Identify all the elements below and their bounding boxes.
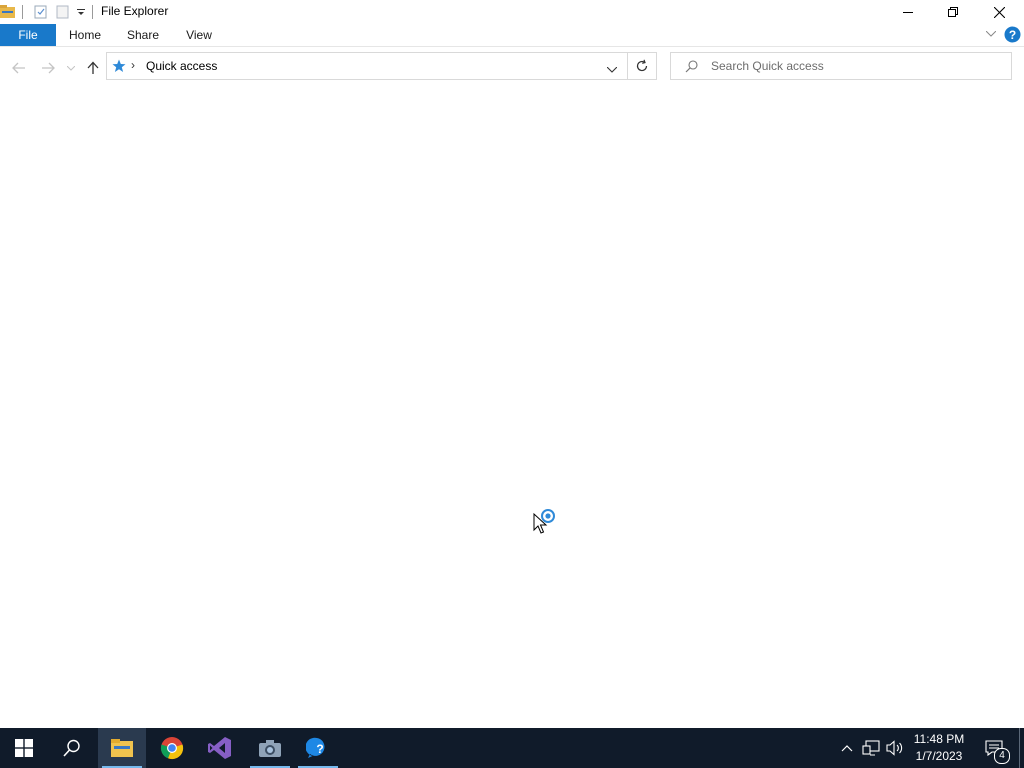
help-icon: ? <box>306 737 325 758</box>
file-explorer-icon <box>111 739 133 757</box>
taskbar-search-button[interactable] <box>48 728 96 768</box>
up-button[interactable] <box>83 58 103 78</box>
svg-text:?: ? <box>316 742 323 756</box>
minimize-icon <box>903 12 913 13</box>
up-arrow-icon <box>87 61 99 74</box>
breadcrumb-separator[interactable]: › <box>131 58 135 72</box>
close-button[interactable] <box>976 0 1022 24</box>
help-icon[interactable]: ? <box>1004 26 1021 43</box>
restore-button[interactable] <box>930 0 976 24</box>
minimize-button[interactable] <box>885 0 931 24</box>
forward-arrow-icon <box>42 62 55 74</box>
tab-view[interactable]: View <box>180 24 218 46</box>
address-bar[interactable]: › Quick access <box>106 52 657 80</box>
file-list-area[interactable] <box>0 87 1024 728</box>
title-bar: File Explorer <box>0 0 1024 24</box>
taskbar-get-help[interactable]: ? <box>294 728 342 768</box>
tab-home[interactable]: Home <box>62 24 108 46</box>
clock[interactable]: 11:48 PM 1/7/2023 <box>906 731 972 765</box>
refresh-icon[interactable] <box>635 59 651 75</box>
taskbar-file-explorer[interactable] <box>98 728 146 768</box>
volume-button[interactable] <box>884 728 906 768</box>
divider <box>92 4 94 20</box>
visual-studio-icon <box>208 737 231 759</box>
back-button[interactable] <box>9 58 29 78</box>
close-icon <box>993 6 1005 18</box>
breadcrumb-quick-access[interactable]: Quick access <box>146 59 217 73</box>
expand-ribbon-icon[interactable] <box>984 27 998 41</box>
customize-toolbar-icon[interactable] <box>75 4 87 20</box>
taskbar-visual-studio[interactable] <box>196 728 244 768</box>
recent-locations-button[interactable] <box>64 58 78 78</box>
taskbar-chrome[interactable] <box>148 728 196 768</box>
forward-button[interactable] <box>38 58 58 78</box>
clock-date: 1/7/2023 <box>915 749 963 763</box>
windows-logo-icon <box>15 739 33 757</box>
search-box[interactable]: Search Quick access <box>670 52 1012 80</box>
clock-time: 11:48 PM <box>913 732 965 746</box>
ribbon-tabs: File Home Share View ? <box>0 24 1024 47</box>
tab-file[interactable]: File <box>0 24 56 46</box>
taskbar-camera[interactable] <box>246 728 294 768</box>
back-arrow-icon <box>12 62 25 74</box>
camera-icon <box>259 740 281 757</box>
chrome-icon <box>160 737 184 760</box>
chevron-down-icon <box>67 65 75 71</box>
chevron-up-icon <box>841 745 853 752</box>
divider <box>22 4 24 20</box>
quick-access-star-icon <box>112 59 126 73</box>
taskbar: ? 11:48 PM 1/7/2023 4 <box>0 728 1024 768</box>
folder-icon[interactable] <box>0 4 16 20</box>
new-folder-icon[interactable] <box>55 4 71 20</box>
show-desktop-button[interactable] <box>1019 728 1020 768</box>
window-title: File Explorer <box>101 4 169 18</box>
action-center-button[interactable]: 4 <box>978 728 1010 768</box>
search-input[interactable]: Search Quick access <box>711 59 824 73</box>
svg-text:?: ? <box>1009 28 1016 42</box>
volume-icon <box>886 740 903 756</box>
notification-count-badge: 4 <box>994 748 1010 764</box>
start-button[interactable] <box>0 728 48 768</box>
restore-icon <box>948 7 958 17</box>
search-icon <box>63 739 80 757</box>
network-button[interactable] <box>860 728 882 768</box>
search-icon <box>685 60 699 74</box>
network-icon <box>862 740 880 756</box>
properties-icon[interactable] <box>33 4 49 20</box>
navigation-bar: › Quick access Search Quick access <box>0 47 1024 87</box>
tab-share[interactable]: Share <box>122 24 164 46</box>
busy-cursor-icon <box>533 508 559 536</box>
address-dropdown-icon[interactable] <box>606 62 619 73</box>
show-hidden-icons-button[interactable] <box>838 728 856 768</box>
